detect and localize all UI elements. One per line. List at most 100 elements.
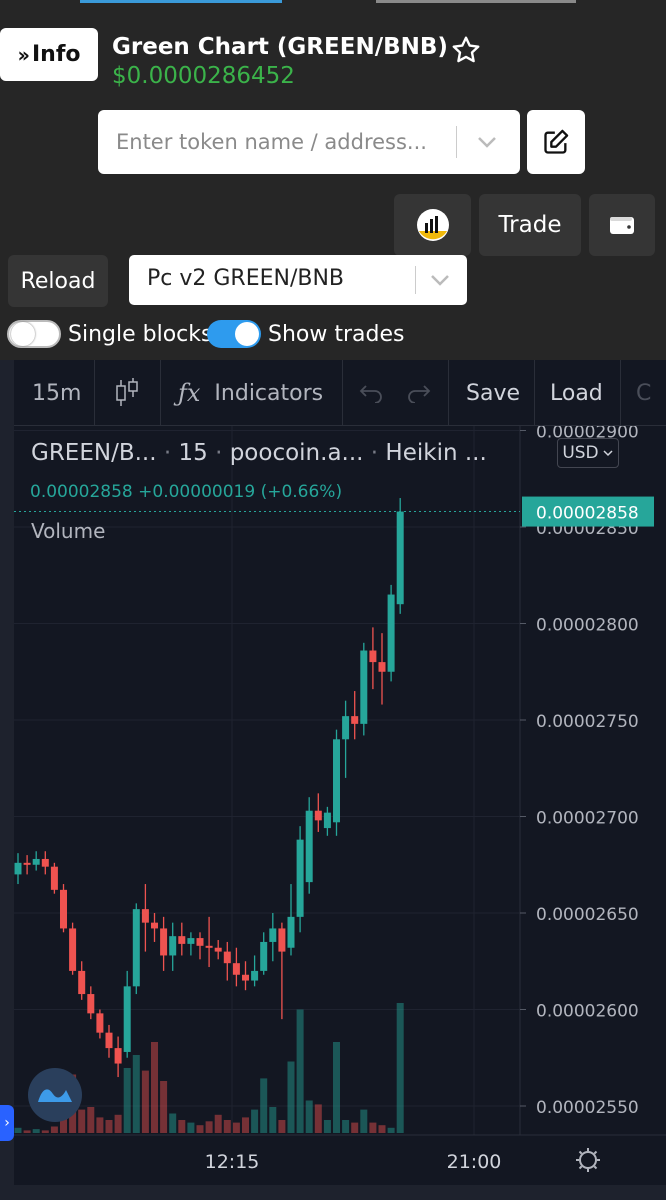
redo-icon xyxy=(408,385,431,403)
info-button[interactable]: ›› Info xyxy=(0,28,98,81)
volume-bar xyxy=(205,1121,213,1133)
toolbar-divider xyxy=(342,360,343,426)
candle-body xyxy=(32,858,40,865)
volume-bar xyxy=(278,1120,286,1133)
volume-bar xyxy=(305,1100,313,1133)
candle-body xyxy=(151,922,158,929)
volume-bar xyxy=(360,1109,368,1133)
single-blocks-label: Single blocks xyxy=(68,322,213,347)
expand-sidebar-handle[interactable]: › xyxy=(0,1105,14,1141)
candle-body xyxy=(387,594,395,672)
candle-type-button[interactable] xyxy=(114,360,140,426)
undo-button[interactable] xyxy=(358,360,384,426)
volume-bar xyxy=(96,1117,104,1133)
candle-body xyxy=(232,963,240,975)
volume-bar xyxy=(132,1055,140,1133)
volume-bar xyxy=(169,1113,177,1133)
volume-bar xyxy=(123,1068,131,1133)
legend-volume[interactable]: Volume xyxy=(31,519,105,543)
candle-body xyxy=(287,916,295,948)
pair-select-divider xyxy=(415,266,416,294)
legend-interval: 15 xyxy=(178,440,208,466)
chevron-down-icon xyxy=(603,450,613,457)
volume-bar xyxy=(151,1042,158,1133)
volume-bar xyxy=(187,1122,195,1133)
chart-logo-icon xyxy=(416,209,449,241)
candle-body xyxy=(314,810,322,821)
candle-body xyxy=(351,716,359,724)
wallet-button[interactable] xyxy=(589,194,655,256)
candles-icon xyxy=(116,378,138,406)
candle-body xyxy=(196,938,204,946)
candle-body xyxy=(323,812,331,829)
last-price-label: 0.00002858 xyxy=(536,504,639,524)
bottom-bar xyxy=(0,1185,666,1200)
volume-bar xyxy=(223,1120,231,1133)
pair-select[interactable]: Pc v2 GREEN/BNB xyxy=(129,255,467,305)
star-icon[interactable] xyxy=(450,34,482,66)
gear-icon-tooth xyxy=(578,1150,583,1155)
chevron-right-icon: › xyxy=(4,1115,10,1131)
candle-body xyxy=(141,909,149,923)
volume-bar xyxy=(260,1078,268,1133)
volume-bar xyxy=(160,1081,168,1133)
indicators-button[interactable]: ƒx Indicators xyxy=(178,360,323,426)
candle-body xyxy=(69,928,77,971)
legend-values: 0.00002858 +0.00000019 (+0.66%) xyxy=(30,482,342,502)
volume-bar xyxy=(251,1109,259,1133)
show-trades-toggle[interactable] xyxy=(207,320,261,348)
candle-body xyxy=(178,936,186,944)
gear-icon-tooth xyxy=(593,1150,598,1155)
currency-label: USD xyxy=(562,443,599,463)
currency-select[interactable]: USD xyxy=(557,438,619,468)
gear-icon[interactable] xyxy=(579,1151,597,1169)
candle-body xyxy=(78,970,86,995)
chart-legend-title[interactable]: GREEN/B... · 15 · poocoin.a... · Heikin … xyxy=(31,440,487,466)
candle-body xyxy=(260,941,268,971)
volume-bar xyxy=(333,1042,340,1133)
inactive-tab-indicator xyxy=(376,0,576,3)
token-price: $0.0000286452 xyxy=(112,63,295,89)
trade-button[interactable]: Trade xyxy=(479,194,581,256)
active-tab-indicator xyxy=(80,0,282,3)
volume-bar xyxy=(32,1129,40,1133)
candle-body xyxy=(160,928,168,956)
volume-bar xyxy=(50,1126,58,1133)
interval-button[interactable]: 15m xyxy=(32,360,81,426)
toolbar-divider xyxy=(94,360,95,426)
candle-body xyxy=(96,1013,104,1033)
candle-body xyxy=(60,889,67,929)
candle-body xyxy=(269,928,277,942)
candle-body xyxy=(123,986,131,1052)
edit-button[interactable] xyxy=(527,110,585,174)
single-blocks-toggle[interactable] xyxy=(7,320,61,348)
toolbar-divider xyxy=(448,360,449,426)
candle-body xyxy=(114,1048,122,1064)
gear-icon-tooth xyxy=(578,1165,583,1170)
save-button[interactable]: Save xyxy=(466,360,520,426)
undo-icon xyxy=(359,385,382,403)
reload-button[interactable]: Reload xyxy=(8,255,108,307)
time-tick-label: 12:15 xyxy=(205,1151,260,1173)
tradingview-logo-icon[interactable] xyxy=(28,1068,82,1122)
chevron-down-icon[interactable] xyxy=(472,130,502,154)
truncated-toolbar-item[interactable]: C xyxy=(636,360,651,426)
token-search-input[interactable] xyxy=(98,110,454,174)
volume-bar xyxy=(232,1122,240,1133)
candle-body xyxy=(187,938,195,944)
candle-body xyxy=(342,716,350,740)
chart-toolbar: 15m ƒx Indicators Save Load C xyxy=(14,360,666,426)
legend-source: poocoin.a... xyxy=(229,440,364,466)
candle-body xyxy=(369,650,377,663)
candle-body xyxy=(378,662,386,672)
volume-bar xyxy=(351,1122,359,1133)
volume-bar xyxy=(14,1127,22,1133)
toggle-knob xyxy=(11,322,35,346)
chart-view-button[interactable] xyxy=(394,194,471,256)
load-button[interactable]: Load xyxy=(550,360,603,426)
legend-chart-style: Heikin ... xyxy=(385,440,487,466)
chevron-down-icon xyxy=(431,275,449,286)
volume-bar xyxy=(314,1104,322,1133)
candle-body xyxy=(14,862,22,875)
redo-button[interactable] xyxy=(406,360,432,426)
